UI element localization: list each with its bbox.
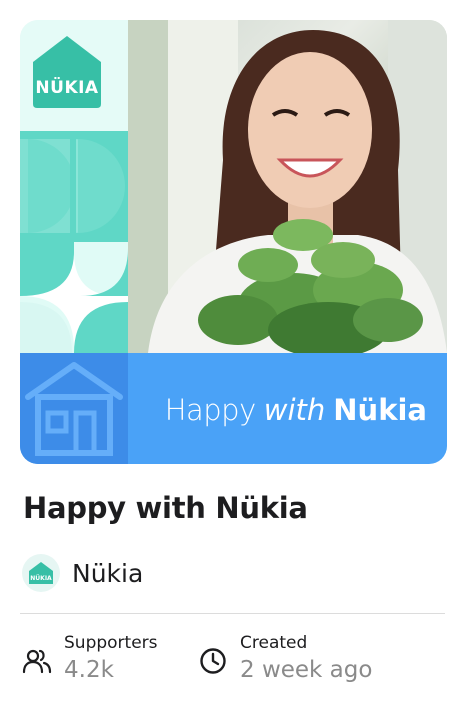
created-value: 2 week ago	[240, 657, 373, 683]
creator-name: Nükia	[72, 558, 144, 588]
house-outline-icon	[25, 362, 123, 456]
banner-word-brand: Nükia	[333, 393, 427, 427]
house-logo-icon	[33, 36, 101, 108]
supporters-stat: Supporters 4.2k	[22, 633, 158, 683]
logo-tile: NÜKIA	[20, 20, 128, 131]
leaf-pattern	[20, 242, 128, 353]
banner-word-with: with	[263, 393, 326, 427]
banner: Happy with Nükia	[20, 353, 447, 464]
creator-logo-icon: NÜKIA	[29, 562, 53, 584]
clock-icon	[200, 648, 226, 674]
hero-photo	[128, 20, 447, 353]
semicircle-pattern	[20, 131, 128, 242]
banner-headline: Happy with Nükia	[165, 393, 427, 427]
divider	[20, 613, 445, 614]
supporters-label: Supporters	[64, 633, 158, 653]
logo-text: NÜKIA	[35, 78, 99, 98]
avatar-logo-text: NÜKIA	[30, 575, 52, 582]
banner-word-happy: Happy	[164, 393, 257, 427]
created-label: Created	[240, 633, 308, 653]
supporters-value: 4.2k	[64, 657, 114, 683]
people-icon	[22, 649, 52, 674]
avatar: NÜKIA	[22, 554, 60, 592]
campaign-title[interactable]: Happy with Nükia	[23, 491, 308, 525]
campaign-image[interactable]: NÜKIA Happy with Nükia	[20, 20, 447, 464]
created-stat: Created 2 week ago	[198, 633, 372, 683]
banner-house-panel	[20, 353, 128, 464]
creator-row[interactable]: NÜKIA Nükia	[22, 554, 143, 592]
